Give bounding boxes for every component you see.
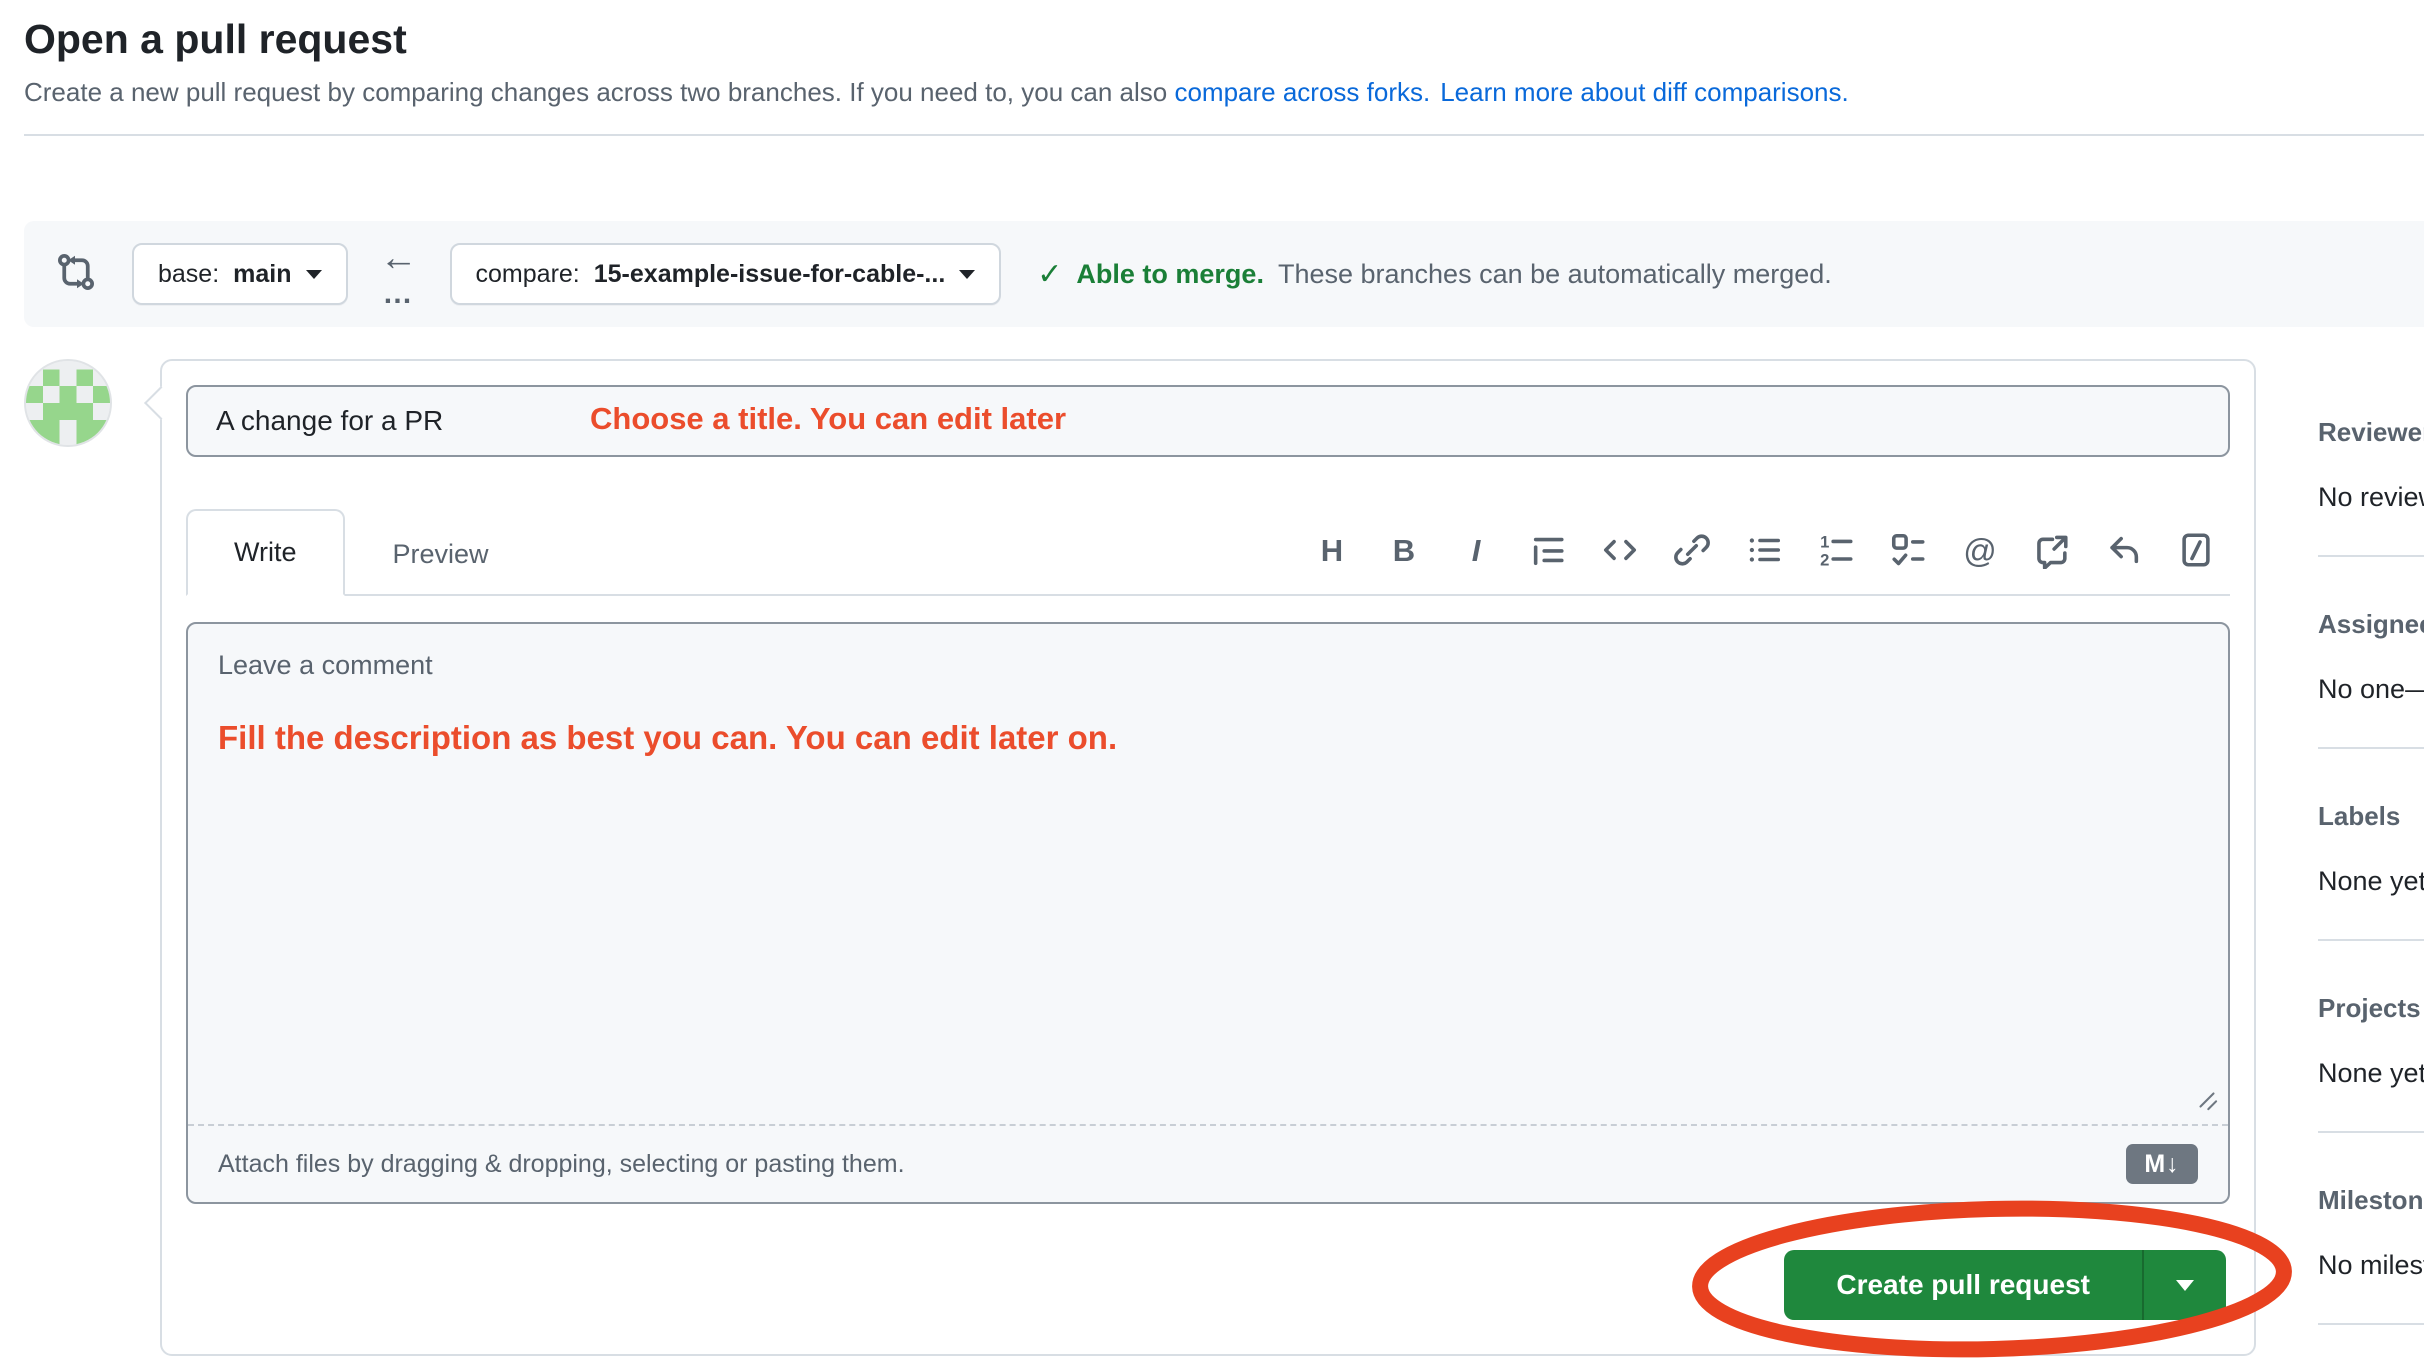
git-compare-icon <box>56 252 96 297</box>
sidebar-section-value: None yet <box>2318 1058 2424 1089</box>
title-row: Choose a title. You can edit later <box>186 385 2230 457</box>
left-arrow-icon: ← <box>380 239 418 277</box>
branch-selector-bar: base: main ← … compare: 15-example-issue… <box>24 221 2424 327</box>
pr-sidebar: Reviewers No reviews Assignees No one—as… <box>2318 359 2424 1368</box>
chevron-down-icon <box>306 270 322 279</box>
tab-preview[interactable]: Preview <box>345 511 537 596</box>
sidebar-section-value: No milestone <box>2318 1250 2424 1281</box>
cross-reference-icon[interactable] <box>2024 526 2080 574</box>
bold-icon[interactable]: B <box>1376 526 1432 574</box>
svg-text:1: 1 <box>1820 533 1829 552</box>
base-prefix-label: base: <box>158 260 219 289</box>
link-icon[interactable] <box>1664 526 1720 574</box>
comment-annotation: Fill the description as best you can. Yo… <box>218 719 2198 757</box>
subtitle-text: Create a new pull request by comparing c… <box>24 77 1167 107</box>
pr-title-input[interactable] <box>186 385 2230 457</box>
sidebar-section-label[interactable]: Reviewers <box>2318 417 2424 448</box>
merge-status: ✓ Able to merge. These branches can be a… <box>1037 257 1832 292</box>
markdown-supported-icon[interactable]: M↓ <box>2126 1144 2198 1184</box>
compare-branch-name: 15-example-issue-for-cable-... <box>594 260 946 289</box>
open-pull-request-page: Open a pull request Create a new pull re… <box>0 16 2424 1368</box>
page-subtitle: Create a new pull request by comparing c… <box>24 77 2424 108</box>
code-icon[interactable] <box>1592 526 1648 574</box>
resize-handle-icon[interactable] <box>2194 1087 2220 1118</box>
sidebar-section-label[interactable]: Assignees <box>2318 609 2424 640</box>
editor-tab-bar: Write Preview H B I <box>186 497 2230 596</box>
tab-write[interactable]: Write <box>186 509 345 596</box>
italic-icon[interactable]: I <box>1448 526 1504 574</box>
attach-files-area[interactable]: Attach files by dragging & dropping, sel… <box>188 1124 2228 1202</box>
sidebar-section-label[interactable]: Projects <box>2318 993 2424 1024</box>
compare-across-forks-link[interactable]: compare across forks. <box>1174 77 1430 107</box>
sidebar-section-value: None yet <box>2318 866 2424 897</box>
list-unordered-icon[interactable] <box>1736 526 1792 574</box>
quote-icon[interactable] <box>1520 526 1576 574</box>
tasklist-icon[interactable] <box>1880 526 1936 574</box>
mention-icon[interactable]: @ <box>1952 526 2008 574</box>
markdown-toolbar: H B I <box>1304 526 2230 594</box>
diff-direction-indicator: ← … <box>380 239 418 309</box>
base-branch-name: main <box>233 260 291 289</box>
create-pr-button-group: Create pull request <box>1784 1250 2226 1320</box>
sidebar-section-labels: Labels None yet <box>2318 801 2424 941</box>
comment-editor: Leave a comment Fill the description as … <box>186 622 2230 1204</box>
sidebar-section-reviewers: Reviewers No reviews <box>2318 417 2424 557</box>
sidebar-section-milestone: Milestone No milestone <box>2318 1185 2424 1325</box>
comment-placeholder: Leave a comment <box>218 650 433 680</box>
create-pull-request-button[interactable]: Create pull request <box>1784 1250 2142 1320</box>
avatar <box>24 359 112 447</box>
main-content-row: Choose a title. You can edit later Write… <box>24 359 2424 1368</box>
comment-textarea[interactable]: Leave a comment Fill the description as … <box>188 624 2228 1124</box>
sidebar-section-projects: Projects None yet <box>2318 993 2424 1133</box>
list-ordered-icon[interactable]: 1 2 <box>1808 526 1864 574</box>
merge-status-title: Able to merge. <box>1076 259 1264 290</box>
card-caret <box>144 386 178 420</box>
page-title: Open a pull request <box>24 16 2424 63</box>
base-branch-dropdown[interactable]: base: main <box>132 243 348 305</box>
attach-hint-text: Attach files by dragging & dropping, sel… <box>218 1150 905 1179</box>
chevron-down-icon <box>2176 1280 2194 1291</box>
pull-request-form-card: Choose a title. You can edit later Write… <box>160 359 2256 1356</box>
slash-command-icon[interactable] <box>2168 526 2224 574</box>
sidebar-section-assignees: Assignees No one—assign yourself <box>2318 609 2424 749</box>
compare-prefix-label: compare: <box>476 260 580 289</box>
heading-icon[interactable]: H <box>1304 526 1360 574</box>
form-actions: Create pull request <box>186 1204 2230 1334</box>
compare-branch-dropdown[interactable]: compare: 15-example-issue-for-cable-... <box>450 243 1002 305</box>
learn-more-diff-link[interactable]: Learn more about diff comparisons. <box>1440 77 1849 107</box>
check-icon: ✓ <box>1037 257 1062 292</box>
merge-status-detail: These branches can be automatically merg… <box>1278 259 1832 290</box>
reply-icon[interactable] <box>2096 526 2152 574</box>
sidebar-section-label[interactable]: Labels <box>2318 801 2424 832</box>
sidebar-section-value: No one—assign yourself <box>2318 674 2424 705</box>
sidebar-section-label[interactable]: Milestone <box>2318 1185 2424 1216</box>
identicon-image <box>26 361 110 445</box>
chevron-down-icon <box>959 270 975 279</box>
ellipsis-dots: … <box>383 279 415 309</box>
create-pr-options-button[interactable] <box>2142 1250 2226 1320</box>
svg-text:2: 2 <box>1820 551 1829 569</box>
header-divider <box>24 134 2424 136</box>
sidebar-section-value: No reviews <box>2318 482 2424 513</box>
